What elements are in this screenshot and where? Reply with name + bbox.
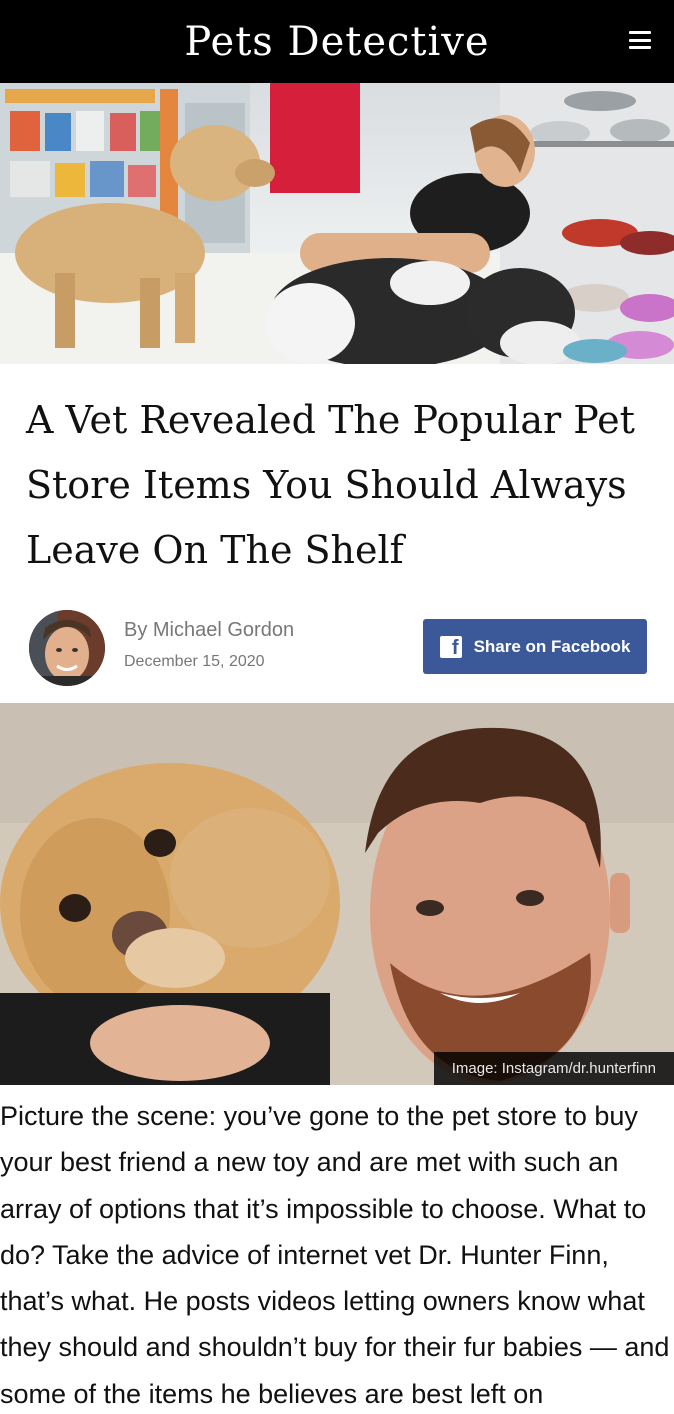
share-facebook-label: Share on Facebook (473, 636, 631, 656)
author-byline[interactable]: By Michael Gordon (124, 619, 294, 642)
facebook-icon: f (439, 635, 462, 658)
article-body-paragraph: Picture the scene: you’ve gone to the pe… (0, 1101, 670, 1409)
share-facebook-button[interactable]: f Share on Facebook (423, 619, 647, 674)
article-title: A Vet Revealed The Popular Pet Store Ite… (26, 398, 635, 572)
hamburger-menu-icon[interactable] (628, 28, 652, 52)
image-credit: Image: Instagram/dr.hunterfinn (433, 1052, 674, 1085)
hero-image (0, 83, 674, 364)
site-header: Pets Detective (0, 0, 674, 83)
article-image: Image: Instagram/dr.hunterfinn (0, 703, 674, 1085)
publish-date: December 15, 2020 (124, 653, 265, 670)
site-logo[interactable]: Pets Detective (184, 19, 489, 65)
author-avatar (29, 610, 105, 686)
logo-text: Pets Detective (184, 18, 490, 65)
